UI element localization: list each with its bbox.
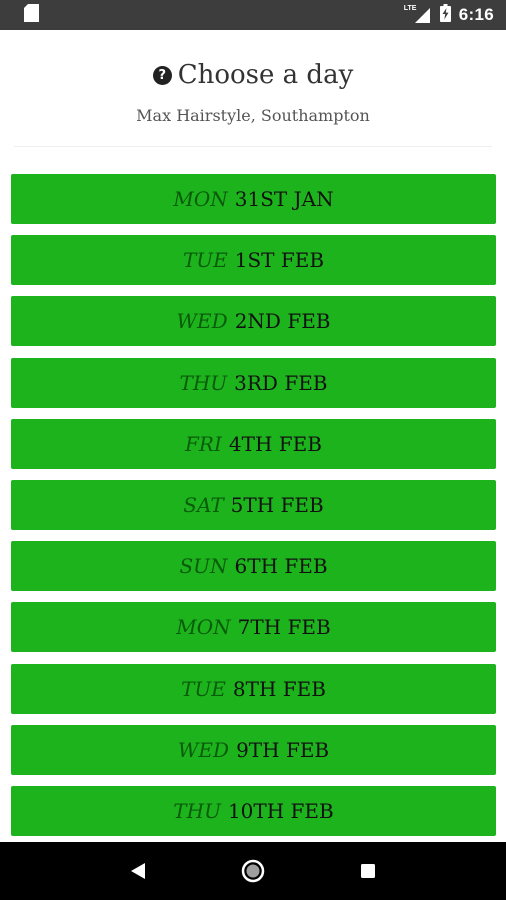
- day-date: 5TH FEB: [230, 492, 324, 517]
- home-icon[interactable]: [233, 851, 273, 891]
- day-date: 8TH FEB: [232, 676, 326, 701]
- day-weekday: THU: [173, 798, 221, 823]
- day-weekday: TUE: [182, 248, 228, 273]
- day-button[interactable]: MON 31ST JAN: [11, 174, 496, 224]
- day-weekday: SAT: [183, 492, 224, 517]
- day-button[interactable]: MON 7TH FEB: [11, 602, 496, 653]
- day-weekday: MON: [176, 615, 231, 640]
- day-weekday: FRI: [185, 431, 222, 456]
- signal-icon: LTE: [404, 5, 432, 24]
- day-weekday: THU: [179, 370, 228, 395]
- day-weekday: SUN: [179, 554, 228, 579]
- day-button[interactable]: SUN 6TH FEB: [11, 541, 496, 592]
- battery-charging-icon: [439, 3, 451, 27]
- sd-card-icon: [24, 3, 39, 27]
- day-weekday: MON: [173, 187, 228, 211]
- status-bar: LTE 6:16: [0, 0, 506, 30]
- day-date: 6TH FEB: [234, 554, 328, 579]
- question-circle-icon: ?: [152, 65, 172, 85]
- day-date: 2ND FEB: [234, 309, 331, 334]
- day-weekday: WED: [176, 309, 228, 334]
- back-icon[interactable]: [118, 851, 158, 891]
- day-date: 9TH FEB: [236, 737, 330, 762]
- day-button[interactable]: FRI 4TH FEB: [11, 418, 496, 469]
- day-date: 7TH FEB: [237, 615, 331, 640]
- day-date: 3RD FEB: [234, 370, 328, 395]
- day-weekday: TUE: [181, 676, 226, 701]
- status-time: 6:16: [458, 5, 494, 24]
- title-row: ? Choose a day: [0, 60, 506, 90]
- day-button[interactable]: SAT 5TH FEB: [11, 479, 496, 530]
- salon-location: Max Hairstyle, Southampton: [136, 106, 370, 125]
- day-date: 4TH FEB: [228, 431, 322, 456]
- page-title: Choose a day: [177, 60, 354, 90]
- day-date: 10TH FEB: [227, 798, 334, 823]
- day-list: MON 31ST JAN TUE 1ST FEB WED 2ND FEB THU…: [11, 174, 496, 847]
- day-date: 31ST JAN: [234, 187, 334, 211]
- day-button[interactable]: THU 3RD FEB: [11, 357, 496, 408]
- day-button[interactable]: WED 2ND FEB: [11, 296, 496, 347]
- navigation-bar: [0, 842, 506, 900]
- recents-icon[interactable]: [348, 851, 388, 891]
- page-header: ? Choose a day Max Hairstyle, Southampto…: [0, 30, 506, 148]
- day-button[interactable]: TUE 1ST FEB: [11, 235, 496, 286]
- day-button[interactable]: WED 9TH FEB: [11, 724, 496, 775]
- header-divider: [14, 146, 492, 147]
- day-button[interactable]: TUE 8TH FEB: [11, 663, 496, 714]
- day-date: 1ST FEB: [234, 248, 325, 273]
- day-button[interactable]: THU 10TH FEB: [11, 785, 496, 836]
- day-weekday: WED: [177, 737, 230, 762]
